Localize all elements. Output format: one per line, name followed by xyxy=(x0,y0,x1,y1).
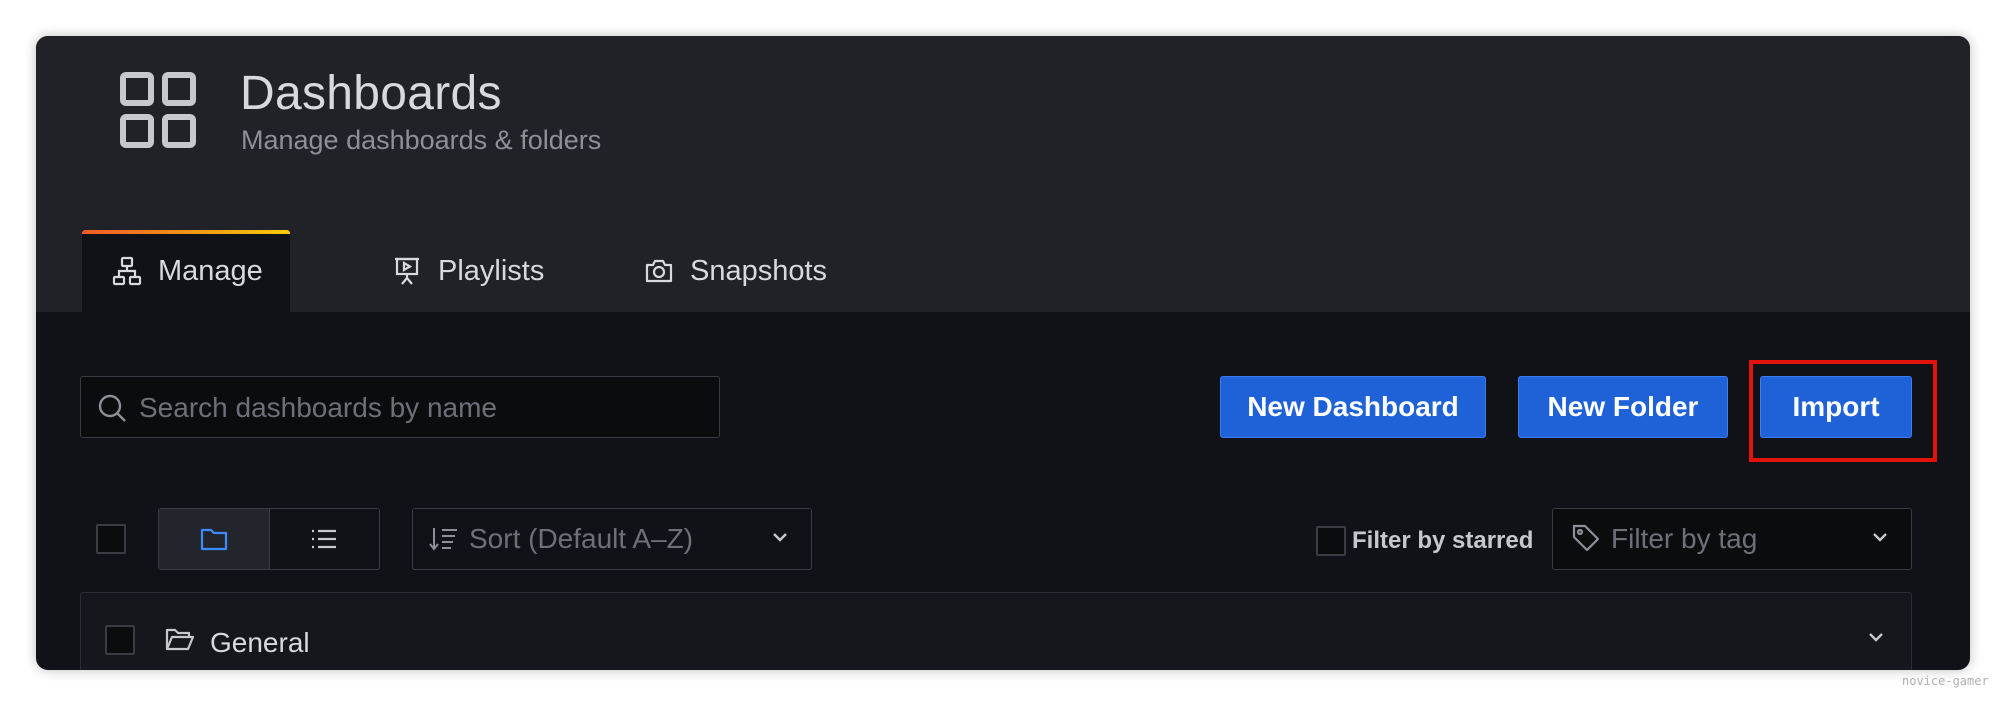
search-input[interactable] xyxy=(137,377,711,439)
filter-starred-label: Filter by starred xyxy=(1352,527,1534,554)
tab-manage[interactable]: Manage xyxy=(82,230,290,312)
new-dashboard-button[interactable]: New Dashboard xyxy=(1220,376,1486,438)
page-header: Dashboards Manage dashboards & folders M… xyxy=(36,36,1970,312)
tab-snapshots[interactable]: Snapshots xyxy=(644,230,827,312)
page-subtitle: Manage dashboards & folders xyxy=(241,125,602,155)
folder-open-icon xyxy=(165,628,195,651)
search-icon xyxy=(98,394,126,422)
watermark: novice-gamer xyxy=(1902,674,1989,688)
folder-row-checkbox[interactable] xyxy=(105,625,135,655)
select-all-checkbox[interactable] xyxy=(96,524,126,554)
presentation-icon xyxy=(395,257,419,285)
tab-playlists-label: Playlists xyxy=(438,254,545,287)
dashboard-grid-icon xyxy=(120,72,196,148)
list-view-button[interactable] xyxy=(270,509,380,569)
folder-name: General xyxy=(210,627,310,658)
camera-icon xyxy=(645,259,673,283)
sort-select[interactable]: Sort (Default A–Z) xyxy=(412,508,812,570)
chevron-down-icon[interactable] xyxy=(1867,631,1885,643)
filter-starred-checkbox[interactable] xyxy=(1316,526,1346,556)
sort-select-label: Sort (Default A–Z) xyxy=(469,523,694,554)
sort-icon xyxy=(429,528,457,551)
grafana-window: Dashboards Manage dashboards & folders M… xyxy=(36,36,1970,670)
tag-icon xyxy=(1572,524,1600,552)
tab-snapshots-label: Snapshots xyxy=(690,254,828,287)
tag-filter-placeholder: Filter by tag xyxy=(1611,523,1758,554)
new-folder-button[interactable]: New Folder xyxy=(1518,376,1728,438)
folder-view-button[interactable] xyxy=(159,509,270,569)
sitemap-icon xyxy=(112,256,142,286)
folder-icon xyxy=(200,528,227,551)
page-title: Dashboards xyxy=(240,67,502,120)
tag-filter-select[interactable]: Filter by tag xyxy=(1552,508,1912,570)
view-mode-toggle xyxy=(158,508,380,570)
list-icon xyxy=(312,529,337,549)
search-box[interactable] xyxy=(80,376,720,439)
tab-manage-label: Manage xyxy=(158,254,263,287)
import-highlight-box xyxy=(1749,360,1937,462)
tab-playlists[interactable]: Playlists xyxy=(392,230,544,312)
folder-row-general[interactable]: General xyxy=(80,592,1912,670)
chevron-down-icon xyxy=(773,533,787,542)
chevron-down-icon xyxy=(1873,533,1887,542)
